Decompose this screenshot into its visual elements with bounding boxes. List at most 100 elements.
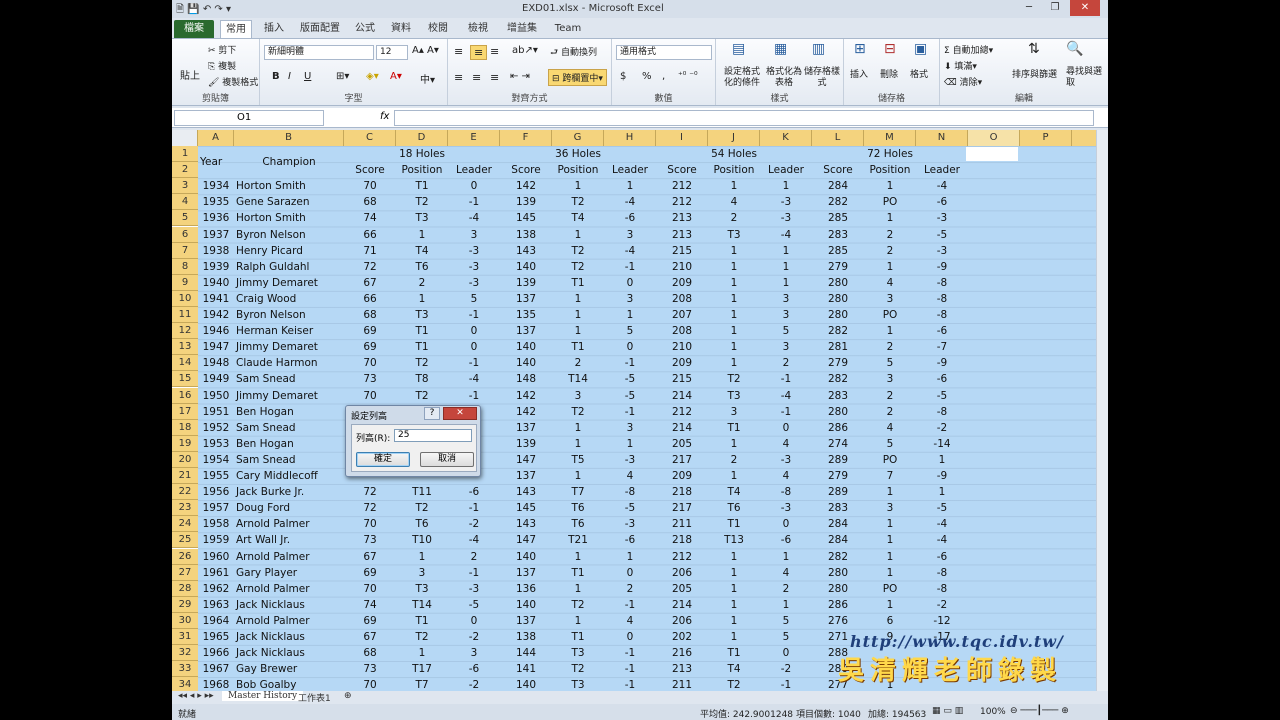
data-cell[interactable]: 1 <box>760 597 812 613</box>
data-cell[interactable]: T2 <box>552 243 604 259</box>
comma-button[interactable]: , <box>662 71 665 82</box>
column-header-A[interactable]: A <box>198 130 234 146</box>
font-size-select[interactable]: 12 <box>376 45 408 60</box>
data-cell[interactable]: -1 <box>448 307 500 323</box>
data-cell[interactable]: -1 <box>604 677 656 691</box>
champion-cell[interactable]: Horton Smith <box>234 178 344 194</box>
data-cell[interactable]: T17 <box>396 661 448 677</box>
data-cell[interactable]: 137 <box>500 613 552 629</box>
data-cell[interactable]: 74 <box>344 210 396 226</box>
data-cell[interactable]: T2 <box>552 259 604 275</box>
data-cell[interactable]: 0 <box>604 339 656 355</box>
dialog-close-button[interactable]: ✕ <box>443 407 477 420</box>
data-cell[interactable]: -1 <box>604 259 656 275</box>
data-cell[interactable]: -5 <box>916 500 968 516</box>
data-cell[interactable]: 217 <box>656 500 708 516</box>
data-cell[interactable]: 2 <box>552 355 604 371</box>
data-cell[interactable]: T21 <box>552 532 604 548</box>
tab-8[interactable]: 增益集 <box>500 20 544 38</box>
year-cell[interactable]: 1940 <box>198 275 234 291</box>
data-cell[interactable]: T2 <box>552 404 604 420</box>
data-cell[interactable]: 1 <box>708 291 760 307</box>
data-cell[interactable]: -1 <box>448 355 500 371</box>
data-cell[interactable]: 209 <box>656 355 708 371</box>
data-cell[interactable]: T14 <box>552 371 604 387</box>
data-cell[interactable]: -6 <box>448 484 500 500</box>
align-top-icon[interactable]: ≡ <box>454 45 463 58</box>
data-cell[interactable]: -6 <box>916 194 968 210</box>
data-cell[interactable]: 141 <box>500 661 552 677</box>
column-header-M[interactable]: M <box>864 130 916 146</box>
ok-button[interactable]: 確定 <box>356 452 410 467</box>
data-cell[interactable]: 214 <box>656 388 708 404</box>
year-cell[interactable]: 1966 <box>198 645 234 661</box>
data-cell[interactable]: 67 <box>344 629 396 645</box>
data-cell[interactable]: 140 <box>500 677 552 691</box>
data-cell[interactable]: 140 <box>500 597 552 613</box>
italic-button[interactable]: I <box>288 71 291 82</box>
year-cell[interactable]: 1937 <box>198 227 234 243</box>
data-cell[interactable]: T1 <box>396 178 448 194</box>
fill-button[interactable]: ⬇ 填滿▾ <box>944 59 977 72</box>
data-cell[interactable]: T6 <box>552 516 604 532</box>
data-cell[interactable]: -1 <box>604 645 656 661</box>
data-cell[interactable]: 283 <box>812 500 864 516</box>
data-cell[interactable]: -3 <box>916 243 968 259</box>
data-cell[interactable]: T2 <box>396 194 448 210</box>
data-cell[interactable]: -3 <box>448 275 500 291</box>
header-year[interactable]: Year <box>198 154 234 170</box>
data-cell[interactable]: 1 <box>552 468 604 484</box>
data-cell[interactable]: 218 <box>656 484 708 500</box>
cancel-button[interactable]: 取消 <box>420 452 474 467</box>
data-cell[interactable]: 72 <box>344 484 396 500</box>
data-cell[interactable]: 1 <box>916 484 968 500</box>
data-cell[interactable]: T6 <box>396 516 448 532</box>
data-cell[interactable]: 2 <box>760 581 812 597</box>
year-cell[interactable]: 1941 <box>198 291 234 307</box>
data-cell[interactable]: 137 <box>500 420 552 436</box>
year-cell[interactable]: 1963 <box>198 597 234 613</box>
data-cell[interactable]: 1 <box>864 597 916 613</box>
data-cell[interactable]: T14 <box>396 597 448 613</box>
data-cell[interactable]: -3 <box>760 452 812 468</box>
phonetic-icon[interactable]: 中▾ <box>420 71 435 86</box>
header-leader[interactable]: Leader <box>916 162 968 178</box>
row-header-15[interactable]: 15 <box>172 371 198 388</box>
data-cell[interactable]: 3 <box>604 227 656 243</box>
data-cell[interactable]: 139 <box>500 275 552 291</box>
data-cell[interactable]: 283 <box>812 227 864 243</box>
tab-9[interactable]: Team <box>548 20 588 38</box>
row-header-16[interactable]: 16 <box>172 387 198 404</box>
data-cell[interactable]: -2 <box>916 597 968 613</box>
row-header-22[interactable]: 22 <box>172 484 198 501</box>
data-cell[interactable]: 3 <box>552 388 604 404</box>
data-cell[interactable]: 70 <box>344 581 396 597</box>
data-cell[interactable]: 1 <box>708 468 760 484</box>
champion-cell[interactable]: Sam Snead <box>234 371 344 387</box>
data-cell[interactable]: T1 <box>708 420 760 436</box>
sheet-nav-icon[interactable]: ◂◂ ◂ ▸ ▸▸ <box>178 691 214 701</box>
data-cell[interactable]: -2 <box>448 629 500 645</box>
data-cell[interactable]: 73 <box>344 661 396 677</box>
data-cell[interactable]: 140 <box>500 355 552 371</box>
header-position[interactable]: Position <box>396 162 448 178</box>
data-cell[interactable]: 4 <box>760 436 812 452</box>
data-cell[interactable]: 70 <box>344 355 396 371</box>
new-sheet-icon[interactable]: ⊕ <box>344 691 352 701</box>
column-header-H[interactable]: H <box>604 130 656 146</box>
data-cell[interactable]: 2 <box>396 275 448 291</box>
year-cell[interactable]: 1960 <box>198 549 234 565</box>
year-cell[interactable]: 1946 <box>198 323 234 339</box>
data-cell[interactable]: 213 <box>656 227 708 243</box>
data-cell[interactable]: 2 <box>604 581 656 597</box>
data-cell[interactable]: -3 <box>448 581 500 597</box>
indent-icon[interactable]: ⇤ ⇥ <box>510 71 530 82</box>
data-cell[interactable]: -1 <box>448 500 500 516</box>
zoom-level[interactable]: 100% <box>980 707 1006 717</box>
data-cell[interactable]: T2 <box>396 500 448 516</box>
orientation-icon[interactable]: ab↗▾ <box>512 45 538 56</box>
borders-icon[interactable]: ⊞▾ <box>336 71 349 82</box>
data-cell[interactable]: T7 <box>396 677 448 691</box>
column-header-E[interactable]: E <box>448 130 500 146</box>
format-cells-button[interactable]: 格式 <box>910 67 928 80</box>
